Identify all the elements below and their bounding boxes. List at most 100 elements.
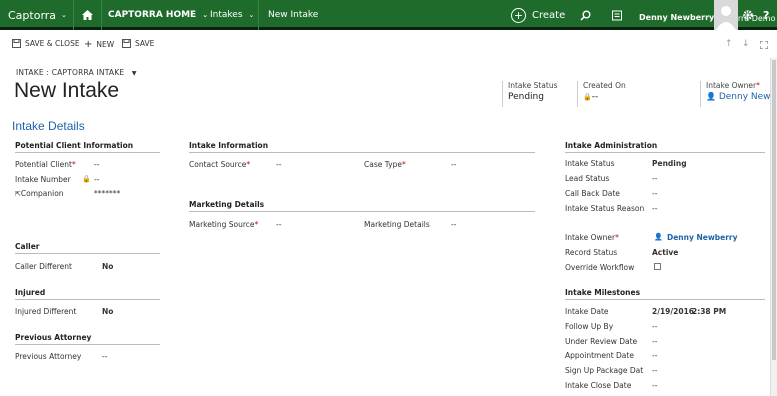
field-label: Potential Client (15, 160, 72, 169)
required-asterisk: * (401, 160, 406, 169)
field-value: -- (652, 366, 658, 375)
scrollbar-thumb[interactable] (772, 60, 776, 360)
field-potential-client[interactable]: Potential Client* -- (15, 160, 155, 169)
field-label: Appointment Date (565, 351, 634, 360)
field-intake-status-reason[interactable]: Intake Status Reason -- (565, 204, 760, 213)
field-injured-different[interactable]: Injured Different No (15, 307, 155, 316)
field-label: Injured Different (15, 307, 77, 316)
header-intake-status: Intake Status Pending (502, 81, 572, 107)
tab-title: Intake Details (12, 119, 85, 133)
field-label: Call Back Date (565, 189, 620, 198)
save-and-close-label: SAVE & CLOSE (25, 39, 80, 48)
field-appointment-date[interactable]: Appointment Date -- (565, 351, 765, 360)
save-close-icon (12, 39, 21, 48)
field-value[interactable]: Denny Newberry (667, 233, 738, 242)
top-nav-bar: Captorra ⌄ CAPTORRA HOME ⌄ Intakes ⌄ New… (0, 0, 777, 30)
gear-icon (743, 10, 753, 20)
home-icon (82, 10, 93, 20)
field-lead-status[interactable]: Lead Status -- (565, 174, 760, 183)
field-value: No (102, 307, 114, 316)
chevron-down-icon: ⌄ (61, 11, 67, 19)
field-case-type[interactable]: Case Type* -- (364, 160, 524, 169)
field-follow-up-by[interactable]: Follow Up By -- (565, 322, 765, 331)
settings-button[interactable] (742, 0, 754, 30)
arrow-up-icon[interactable]: ↑ (725, 39, 733, 49)
field-intake-status[interactable]: Intake Status Pending (565, 159, 760, 168)
user-silhouette-icon (716, 6, 736, 30)
field-label: Contact Source (189, 160, 247, 169)
field-call-back-date[interactable]: Call Back Date -- (565, 189, 760, 198)
arrow-down-icon[interactable]: ↓ (742, 39, 750, 49)
section-previous-attorney: Previous Attorney (15, 333, 160, 345)
help-button[interactable]: ? (763, 0, 769, 30)
search-button[interactable] (580, 0, 591, 30)
vertical-scrollbar[interactable] (770, 58, 777, 396)
divider (73, 0, 74, 30)
field-time-value: 2:38 PM (692, 307, 727, 316)
field-companion[interactable]: ⇱Companion ******* (15, 189, 155, 198)
form-selector[interactable]: INTAKE : CAPTORRA INTAKE ▼ (16, 68, 137, 77)
caret-down-icon: ▼ (131, 70, 137, 77)
field-label: Follow Up By (565, 322, 614, 331)
field-value: -- (652, 337, 658, 346)
field-label: Lead Status (565, 174, 610, 183)
field-value: -- (276, 160, 282, 169)
field-contact-source[interactable]: Contact Source* -- (189, 160, 349, 169)
section-potential-client: Potential Client Information (15, 141, 160, 153)
field-value: -- (652, 351, 658, 360)
breadcrumb-home-label: CAPTORRA HOME (108, 10, 197, 20)
override-workflow-checkbox[interactable] (654, 263, 661, 270)
field-value: -- (102, 352, 108, 361)
command-bar: SAVE & CLOSE + NEW SAVE ↑ ↓ (0, 30, 777, 58)
home-button[interactable] (82, 0, 93, 30)
new-button[interactable]: + NEW (84, 39, 114, 50)
user-icon: 👤 (654, 233, 663, 241)
breadcrumb-intakes[interactable]: Intakes ⌄ (210, 0, 254, 30)
task-flow-icon (612, 10, 622, 20)
create-label: Create (532, 9, 566, 21)
field-label: Intake Status Reason (565, 204, 645, 213)
section-marketing-details: Marketing Details (189, 200, 535, 212)
required-asterisk: * (254, 220, 259, 229)
field-intake-date[interactable]: Intake Date 2/19/2016 2:38 PM (565, 307, 765, 316)
field-label: Override Workflow (565, 263, 635, 272)
task-flow-button[interactable] (612, 0, 623, 30)
required-asterisk: * (246, 160, 251, 169)
field-marketing-details[interactable]: Marketing Details -- (364, 220, 524, 229)
field-record-status: Record Status Active (565, 248, 760, 257)
header-intake-owner-label: Intake Owner (706, 81, 757, 90)
field-caller-different[interactable]: Caller Different No (15, 262, 155, 271)
header-created-on: Created On 🔒-- (577, 81, 692, 107)
field-value: -- (94, 175, 100, 184)
create-button[interactable]: + Create (511, 0, 565, 30)
avatar[interactable] (714, 0, 738, 30)
header-intake-owner-value[interactable]: Denny New (719, 92, 770, 102)
field-intake-close-date[interactable]: Intake Close Date -- (565, 381, 765, 390)
field-intake-owner[interactable]: Intake Owner* 👤 Denny Newberry (565, 233, 765, 242)
save-label: SAVE (135, 39, 155, 48)
field-under-review-date[interactable]: Under Review Date -- (565, 337, 765, 346)
field-value: Pending (652, 159, 687, 168)
app-brand-menu[interactable]: Captorra ⌄ (8, 0, 67, 30)
header-intake-status-value: Pending (508, 92, 544, 102)
expand-icon[interactable] (760, 41, 768, 49)
field-label: Intake Status (565, 159, 615, 168)
breadcrumb-current[interactable]: New Intake (268, 0, 318, 30)
user-icon: 👤 (706, 92, 716, 101)
user-name: Denny Newberry (639, 13, 715, 22)
plus-icon: + (84, 39, 93, 50)
field-sign-up-package-date[interactable]: Sign Up Package Dat -- (565, 366, 765, 375)
new-label: NEW (96, 40, 115, 49)
save-and-close-button[interactable]: SAVE & CLOSE (12, 39, 80, 48)
field-value: Active (652, 248, 679, 257)
field-value: -- (94, 160, 100, 169)
breadcrumb-home[interactable]: CAPTORRA HOME ⌄ (108, 0, 208, 30)
field-marketing-source[interactable]: Marketing Source* -- (189, 220, 349, 229)
save-button[interactable]: SAVE (122, 39, 154, 48)
field-previous-attorney[interactable]: Previous Attorney -- (15, 352, 155, 361)
section-intake-administration: Intake Administration (565, 141, 765, 153)
field-override-workflow[interactable]: Override Workflow (565, 263, 760, 272)
field-value: -- (652, 322, 658, 331)
required-asterisk: * (756, 81, 760, 90)
user-info[interactable]: Denny Newberry Captorra Demo 20... (639, 0, 777, 30)
